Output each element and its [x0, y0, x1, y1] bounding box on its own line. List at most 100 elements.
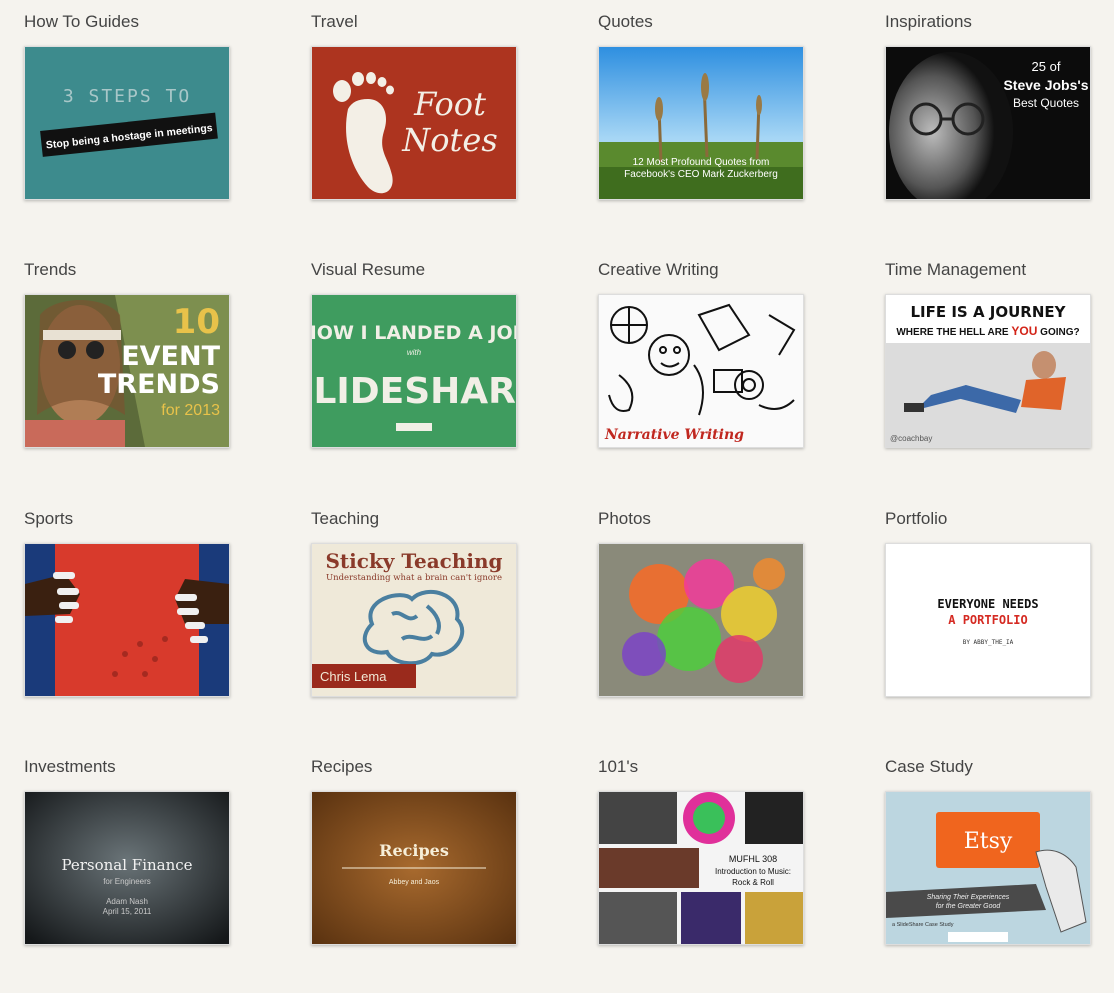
thumb-text: Understanding what a brain can't ignore: [326, 573, 502, 583]
category-thumbnail[interactable]: Etsy Sharing Their Experiences for the G…: [885, 791, 1091, 945]
category-label[interactable]: Time Management: [885, 260, 1026, 280]
thumb-text: Personal Finance: [61, 856, 192, 874]
category-tile-visual-resume[interactable]: Visual Resume HOW I LANDED A JOB with SL…: [311, 248, 521, 463]
thumb-text: WHERE THE HELL ARE: [896, 327, 1009, 338]
category-thumbnail[interactable]: Personal Finance for Engineers Adam Nash…: [24, 791, 230, 945]
category-tile-quotes[interactable]: Quotes 12 Most Profound Quotes from Face…: [598, 0, 808, 215]
thumb-text: 3 STEPS TO: [63, 86, 191, 107]
thumb-text: GOING?: [1040, 327, 1079, 338]
category-tile-sports[interactable]: Sports: [24, 497, 234, 712]
thumbnail-art: 3 STEPS TO Stop being a hostage in meeti…: [25, 47, 229, 199]
category-thumbnail[interactable]: 12 Most Profound Quotes from Facebook's …: [598, 46, 804, 200]
thumb-text: for 2013: [161, 402, 220, 419]
thumb-text: Foot: [413, 85, 486, 123]
thumbnail-art: Narrative Writing: [599, 295, 803, 447]
category-label[interactable]: Investments: [24, 757, 116, 777]
category-thumbnail[interactable]: MUFHL 308 Introduction to Music: Rock & …: [598, 791, 804, 945]
thumb-text: TRENDS: [98, 369, 220, 400]
category-tile-how-to-guides[interactable]: How To Guides 3 STEPS TO Stop being a ho…: [24, 0, 234, 215]
thumbnail-art: 25 of Steve Jobs's Best Quotes: [886, 47, 1090, 199]
category-label[interactable]: Inspirations: [885, 12, 972, 32]
thumbnail-art: 10 EVENT TRENDS for 2013: [25, 295, 229, 447]
category-label[interactable]: Quotes: [598, 12, 653, 32]
thumb-text: @coachbay: [890, 434, 932, 443]
category-thumbnail[interactable]: LIFE IS A JOURNEY WHERE THE HELL ARE YOU…: [885, 294, 1091, 448]
category-label[interactable]: Visual Resume: [311, 260, 425, 280]
category-thumbnail[interactable]: HOW I LANDED A JOB with SLIDESHARE: [311, 294, 517, 448]
category-thumbnail[interactable]: [598, 543, 804, 697]
category-label[interactable]: Trends: [24, 260, 76, 280]
category-label[interactable]: Portfolio: [885, 509, 947, 529]
category-label[interactable]: 101's: [598, 757, 638, 777]
category-row: Trends 10 EVENT TRENDS for 2013 Visual R…: [24, 248, 1114, 496]
thumb-text: Adam Nash: [106, 897, 148, 906]
thumbnail-art: [599, 544, 803, 696]
thumb-text: Recipes: [379, 841, 449, 860]
thumb-text: 12 Most Profound Quotes from: [633, 157, 770, 168]
thumb-text: for the Greater Good: [936, 903, 1002, 910]
thumb-text: Best Quotes: [1013, 96, 1079, 110]
category-thumbnail[interactable]: Foot Notes: [311, 46, 517, 200]
category-tile-creative-writing[interactable]: Creative Writing Narrative Writing: [598, 248, 808, 463]
thumb-text: Etsy: [964, 829, 1013, 854]
category-label[interactable]: Case Study: [885, 757, 973, 777]
category-label[interactable]: Travel: [311, 12, 358, 32]
category-label[interactable]: Teaching: [311, 509, 379, 529]
category-label[interactable]: Creative Writing: [598, 260, 719, 280]
thumb-text: 25 of: [1032, 59, 1061, 74]
category-label[interactable]: Recipes: [311, 757, 372, 777]
category-tile-portfolio[interactable]: Portfolio EVERYONE NEEDS A PORTFOLIO BY …: [885, 497, 1095, 712]
category-thumbnail[interactable]: 3 STEPS TO Stop being a hostage in meeti…: [24, 46, 230, 200]
category-tile-investments[interactable]: Investments Personal Finance for Enginee…: [24, 745, 234, 960]
category-thumbnail[interactable]: 25 of Steve Jobs's Best Quotes: [885, 46, 1091, 200]
thumb-text: MUFHL 308: [729, 854, 777, 864]
thumb-text: A PORTFOLIO: [948, 613, 1027, 627]
category-tile-inspirations[interactable]: Inspirations 25 of Steve Jobs's Best Quo…: [885, 0, 1095, 215]
category-tile-case-study[interactable]: Case Study Etsy Sharing Their Experience…: [885, 745, 1095, 960]
svg-text:WHERE THE HELL ARE YOU GOING?: WHERE THE HELL ARE YOU GOING?: [896, 324, 1079, 338]
thumb-text: Facebook's CEO Mark Zuckerberg: [624, 169, 778, 180]
category-thumbnail[interactable]: EVERYONE NEEDS A PORTFOLIO BY ABBY_THE_I…: [885, 543, 1091, 697]
thumb-text: Chris Lema: [320, 669, 387, 684]
category-label[interactable]: How To Guides: [24, 12, 139, 32]
thumb-text: 10: [173, 302, 220, 342]
category-tile-teaching[interactable]: Teaching Sticky Teaching Understanding w…: [311, 497, 521, 712]
thumb-text: Introduction to Music:: [715, 867, 791, 876]
thumbnail-art: Etsy Sharing Their Experiences for the G…: [886, 792, 1090, 944]
thumb-text: EVERYONE NEEDS: [937, 597, 1038, 611]
category-tile-travel[interactable]: Travel Foot Notes: [311, 0, 521, 215]
thumbnail-art: [25, 544, 229, 696]
thumb-text: Abbey and Jaos: [389, 879, 440, 886]
category-thumbnail[interactable]: Sticky Teaching Understanding what a bra…: [311, 543, 517, 697]
thumbnail-art: Foot Notes: [312, 47, 516, 199]
thumb-text: April 15, 2011: [103, 907, 152, 916]
category-thumbnail[interactable]: Narrative Writing: [598, 294, 804, 448]
category-row: Investments Personal Finance for Enginee…: [24, 745, 1114, 993]
category-tile-trends[interactable]: Trends 10 EVENT TRENDS for 2013: [24, 248, 234, 463]
thumbnail-art: 12 Most Profound Quotes from Facebook's …: [599, 47, 803, 199]
category-tile-recipes[interactable]: Recipes Recipes Abbey and Jaos: [311, 745, 521, 960]
category-row: How To Guides 3 STEPS TO Stop being a ho…: [24, 0, 1114, 248]
category-thumbnail[interactable]: 10 EVENT TRENDS for 2013: [24, 294, 230, 448]
category-thumbnail[interactable]: Recipes Abbey and Jaos: [311, 791, 517, 945]
category-thumbnail[interactable]: [24, 543, 230, 697]
thumb-text: LIFE IS A JOURNEY: [910, 303, 1066, 321]
thumb-text: Notes: [401, 121, 497, 159]
category-label[interactable]: Sports: [24, 509, 73, 529]
thumb-text: Steve Jobs's: [1003, 77, 1088, 93]
category-tile-time-management[interactable]: Time Management LIFE IS A JOURNEY WHERE …: [885, 248, 1095, 463]
thumb-text: for Engineers: [103, 877, 151, 886]
category-tile-photos[interactable]: Photos: [598, 497, 808, 712]
thumb-text: Sharing Their Experiences: [927, 894, 1010, 901]
thumbnail-art: Sticky Teaching Understanding what a bra…: [312, 544, 516, 696]
thumb-text: SLIDESHARE: [312, 371, 516, 412]
thumb-text: Sticky Teaching: [325, 549, 502, 573]
thumb-text: BY ABBY_THE_IA: [963, 639, 1014, 646]
thumb-text: HOW I LANDED A JOB: [312, 322, 516, 344]
category-tile-101s[interactable]: 101's MUFHL 308 Introduction to Music: R…: [598, 745, 808, 960]
thumbnail-art: LIFE IS A JOURNEY WHERE THE HELL ARE YOU…: [886, 295, 1090, 447]
category-label[interactable]: Photos: [598, 509, 651, 529]
thumb-text: Narrative Writing: [604, 427, 744, 443]
thumb-text: EVENT: [121, 341, 220, 372]
thumb-text: with: [407, 348, 422, 357]
